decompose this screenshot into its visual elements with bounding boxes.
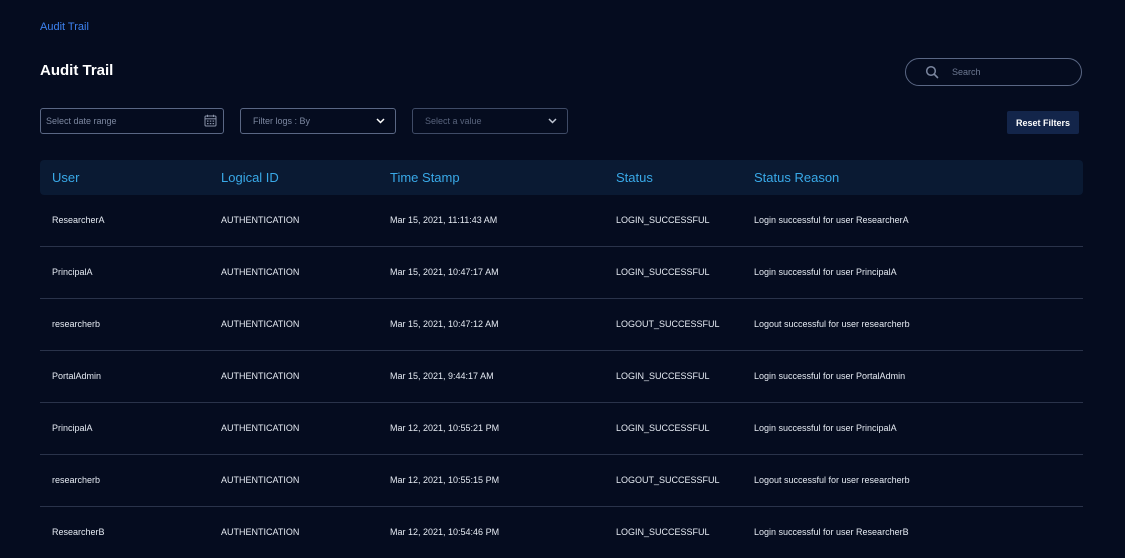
cell-status-reason: Login successful for user PrincipalA [754,423,897,433]
column-header-logical-id[interactable]: Logical ID [221,170,279,185]
audit-table: User Logical ID Time Stamp Status Status… [40,160,1083,558]
filter-logs-placeholder: Filter logs : By [253,116,311,126]
cell-status-reason: Login successful for user ResearcherB [754,527,909,537]
cell-logical-id: AUTHENTICATION [221,267,300,277]
cell-user: ResearcherB [52,527,105,537]
cell-status: LOGIN_SUCCESSFUL [616,371,710,381]
column-header-user[interactable]: User [52,170,79,185]
cell-user: PrincipalA [52,423,93,433]
cell-status-reason: Login successful for user PrincipalA [754,267,897,277]
cell-timestamp: Mar 12, 2021, 10:55:15 PM [390,475,500,485]
cell-user: PrincipalA [52,267,93,277]
column-header-status[interactable]: Status [616,170,653,185]
table-row[interactable]: researcherb AUTHENTICATION Mar 15, 2021, 1… [40,299,1083,351]
cell-timestamp: Mar 15, 2021, 10:47:17 AM [390,267,499,277]
value-placeholder: Select a value [425,116,482,126]
search-input[interactable] [950,66,1064,78]
cell-user: researcherb [52,319,101,329]
table-body: ResearcherA AUTHENTICATION Mar 15, 2021, 1… [40,195,1083,558]
cell-timestamp: Mar 15, 2021, 10:47:12 AM [390,319,499,329]
date-range-picker[interactable]: Select date range [40,108,224,134]
table-row[interactable]: PrincipalA AUTHENTICATION Mar 15, 2021, 10… [40,247,1083,299]
reset-filters-button[interactable]: Reset Filters [1007,111,1079,134]
table-row[interactable]: PrincipalA AUTHENTICATION Mar 12, 2021, 10… [40,403,1083,455]
table-row[interactable]: PortalAdmin AUTHENTICATION Mar 15, 2021, 9… [40,351,1083,403]
cell-logical-id: AUTHENTICATION [221,527,300,537]
cell-status: LOGIN_SUCCESSFUL [616,215,710,225]
table-row[interactable]: ResearcherB AUTHENTICATION Mar 12, 2021, 1… [40,507,1083,558]
cell-logical-id: AUTHENTICATION [221,319,300,329]
cell-user: PortalAdmin [52,371,102,381]
cell-user: researcherb [52,475,101,485]
cell-logical-id: AUTHENTICATION [221,215,300,225]
cell-logical-id: AUTHENTICATION [221,475,300,485]
cell-status-reason: Login successful for user ResearcherA [754,215,909,225]
date-range-placeholder: Select date range [46,116,117,126]
value-dropdown[interactable]: Select a value [412,108,568,134]
cell-status-reason: Login successful for user PortalAdmin [754,371,906,381]
cell-status: LOGIN_SUCCESSFUL [616,267,710,277]
cell-logical-id: AUTHENTICATION [221,371,300,381]
cell-status: LOGIN_SUCCESSFUL [616,423,710,433]
table-header: User Logical ID Time Stamp Status Status… [40,160,1083,195]
cell-timestamp: Mar 12, 2021, 10:54:46 PM [390,527,500,537]
cell-status-reason: Logout successful for user researcherb [754,319,910,329]
calendar-icon[interactable] [204,114,217,129]
cell-timestamp: Mar 12, 2021, 10:55:21 PM [390,423,500,433]
cell-timestamp: Mar 15, 2021, 9:44:17 AM [390,371,494,381]
column-header-time-stamp[interactable]: Time Stamp [390,170,460,185]
table-row[interactable]: researcherb AUTHENTICATION Mar 12, 2021, 1… [40,455,1083,507]
breadcrumb[interactable]: Audit Trail [40,21,89,33]
search-box[interactable] [905,58,1082,86]
table-row[interactable]: ResearcherA AUTHENTICATION Mar 15, 2021, 1… [40,195,1083,247]
cell-status: LOGIN_SUCCESSFUL [616,527,710,537]
page-title: Audit Trail [40,62,114,79]
search-icon [925,65,939,79]
chevron-down-icon [376,116,385,126]
cell-status: LOGOUT_SUCCESSFUL [616,475,720,485]
filter-logs-dropdown[interactable]: Filter logs : By [240,108,396,134]
column-header-status-reason[interactable]: Status Reason [754,170,839,185]
cell-user: ResearcherA [52,215,105,225]
chevron-down-icon [548,116,557,126]
cell-timestamp: Mar 15, 2021, 11:11:43 AM [390,215,498,225]
cell-logical-id: AUTHENTICATION [221,423,300,433]
cell-status-reason: Logout successful for user researcherb [754,475,910,485]
cell-status: LOGOUT_SUCCESSFUL [616,319,720,329]
